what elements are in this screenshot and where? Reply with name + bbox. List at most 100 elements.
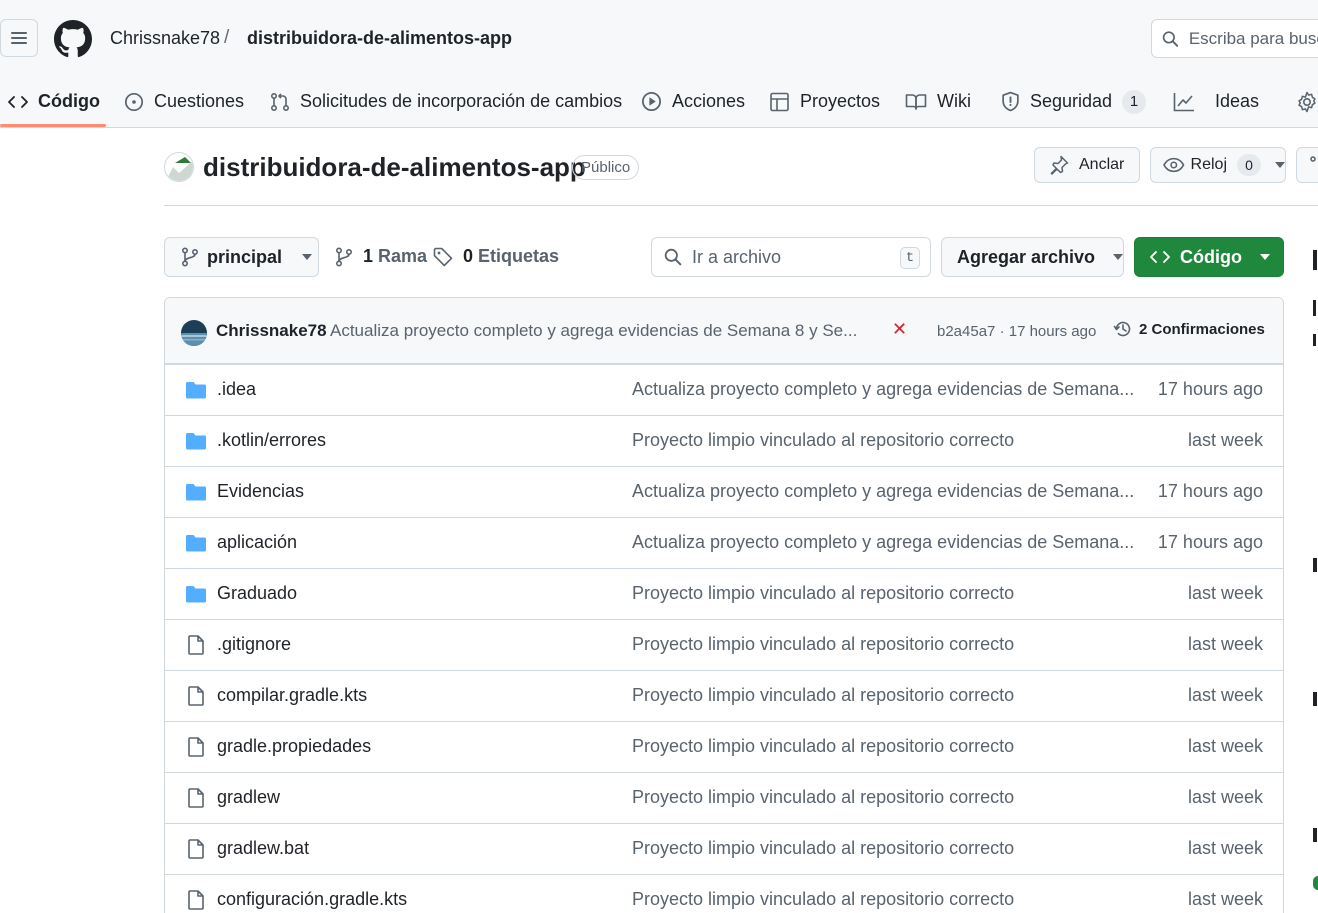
go-to-file-input[interactable]: Ir a archivo t — [651, 237, 931, 277]
file-commit-message[interactable]: Proyecto limpio vinculado al repositorio… — [632, 685, 1014, 706]
breadcrumb-owner[interactable]: Chrissnake78 — [110, 28, 220, 49]
file-name[interactable]: compilar.gradle.kts — [217, 685, 367, 706]
file-commit-age: last week — [1187, 430, 1263, 450]
file-commit-message[interactable]: Proyecto limpio vinculado al repositorio… — [632, 430, 1014, 451]
file-commit-age: last week — [1187, 889, 1263, 909]
folder-icon — [186, 433, 206, 450]
commit-author[interactable]: Chrissnake78 — [216, 321, 327, 341]
tab-projects[interactable]: Proyectos — [769, 76, 880, 127]
menu-button[interactable] — [0, 19, 38, 57]
tab-actions[interactable]: Acciones — [641, 76, 745, 127]
file-commit-message[interactable]: Proyecto limpio vinculado al repositorio… — [632, 787, 1014, 808]
sidebar-heading-fragment — [1313, 828, 1317, 842]
security-counter-badge: 1 — [1122, 89, 1147, 114]
tab-settings[interactable] — [1296, 76, 1318, 127]
watch-label: Reloj — [1190, 156, 1227, 173]
gear-icon — [1298, 91, 1316, 112]
file-commit-message[interactable]: Proyecto limpio vinculado al repositorio… — [632, 889, 1014, 910]
file-row[interactable]: configuración.gradle.kts Proyecto limpio … — [165, 874, 1283, 913]
tab-code[interactable]: Código — [8, 76, 100, 127]
file-row[interactable]: gradle.propiedades Proyecto limpio vincul… — [165, 721, 1283, 772]
file-name[interactable]: Graduado — [217, 583, 297, 604]
branches-link[interactable]: 1 Rama — [335, 246, 427, 267]
file-name[interactable]: .gitignore — [217, 634, 291, 655]
repo-title[interactable]: distribuidora-de-alimentos-app — [203, 152, 586, 183]
file-icon — [188, 788, 204, 808]
file-row[interactable]: .gitignore Proyecto limpio vinculado al r… — [165, 619, 1283, 670]
tags-link[interactable]: 0 Etiquetas — [433, 246, 559, 267]
commit-history-link[interactable]: 2 Confirmaciones — [1113, 319, 1265, 339]
tab-label: Acciones — [672, 91, 746, 111]
file-commit-message[interactable]: Proyecto limpio vinculado al repositorio… — [632, 838, 1014, 859]
file-table: Chrissnake78 Actualiza proyecto completo… — [164, 297, 1284, 913]
file-row[interactable]: aplicación Actualiza proyecto completo y … — [165, 517, 1283, 568]
file-name[interactable]: Evidencias — [217, 481, 304, 502]
tab-label: Cuestiones — [154, 91, 245, 111]
file-commit-age: last week — [1187, 634, 1263, 654]
repo-nav: Código Cuestiones Solicitudes de incorpo… — [0, 76, 1318, 128]
add-file-button[interactable]: Agregar archivo — [941, 237, 1124, 277]
file-name[interactable]: configuración.gradle.kts — [217, 889, 407, 910]
tab-issues[interactable]: Cuestiones — [124, 76, 244, 127]
language-dot-icon — [1313, 876, 1318, 890]
tab-pull-requests[interactable]: Solicitudes de incorporación de cambios — [270, 76, 622, 127]
table-icon — [770, 92, 789, 111]
file-row[interactable]: gradlew.bat Proyecto limpio vinculado al … — [165, 823, 1283, 874]
file-commit-message[interactable]: Proyecto limpio vinculado al repositorio… — [632, 583, 1014, 604]
file-row[interactable]: Evidencias Actualiza proyecto completo y … — [165, 466, 1283, 517]
file-row[interactable]: .kotlin/errores Proyecto limpio vinculado… — [165, 415, 1283, 466]
file-row[interactable]: Graduado Proyecto limpio vinculado al rep… — [165, 568, 1283, 619]
file-name[interactable]: gradlew.bat — [217, 838, 309, 859]
code-icon — [1150, 251, 1170, 263]
tab-wiki[interactable]: Wiki — [905, 76, 971, 127]
tab-insights[interactable]: Ideas — [1173, 76, 1259, 127]
file-row[interactable]: gradlew Proyecto limpio vinculado al repo… — [165, 772, 1283, 823]
sidebar-heading-fragment — [1313, 250, 1317, 270]
file-name[interactable]: .kotlin/errores — [217, 430, 326, 451]
file-commit-age: last week — [1187, 736, 1263, 756]
branches-label: Rama — [378, 246, 428, 266]
tab-label: Seguridad — [1030, 91, 1113, 111]
latest-commit-bar: Chrissnake78 Actualiza proyecto completo… — [165, 298, 1283, 364]
file-commit-message[interactable]: Actualiza proyecto completo y agrega evi… — [632, 532, 1134, 553]
chevron-down-icon — [1259, 254, 1270, 260]
file-commit-message[interactable]: Proyecto limpio vinculado al repositorio… — [632, 634, 1014, 655]
tab-label: Ideas — [1215, 91, 1260, 111]
tab-security[interactable]: Seguridad 1 — [1001, 76, 1147, 127]
code-dropdown-button[interactable]: Código — [1134, 237, 1284, 277]
file-row[interactable]: compilar.gradle.kts Proyecto limpio vincu… — [165, 670, 1283, 721]
file-commit-message[interactable]: Actualiza proyecto completo y agrega evi… — [632, 379, 1134, 400]
chevron-down-icon — [1275, 162, 1285, 168]
add-file-label: Agregar archivo — [957, 246, 1096, 267]
file-icon — [188, 737, 204, 757]
commit-author-avatar[interactable] — [181, 320, 207, 346]
file-name[interactable]: gradle.propiedades — [217, 736, 371, 757]
owner-avatar[interactable] — [164, 152, 194, 182]
breadcrumb-repo[interactable]: distribuidora-de-alimentos-app — [247, 28, 512, 49]
play-icon — [641, 91, 662, 112]
issue-opened-icon — [124, 92, 144, 111]
fork-button[interactable] — [1296, 147, 1318, 183]
git-branch-icon — [335, 246, 353, 267]
commit-status-fail-icon[interactable]: ✕ — [892, 319, 907, 340]
file-name[interactable]: gradlew — [217, 787, 280, 808]
file-name[interactable]: .idea — [217, 379, 256, 400]
file-name[interactable]: aplicación — [217, 532, 297, 553]
global-search-input[interactable]: Escriba para buscar — [1151, 19, 1318, 58]
title-divider — [164, 205, 1318, 206]
pin-button[interactable]: Anclar — [1034, 147, 1140, 183]
file-commit-message[interactable]: Proyecto limpio vinculado al repositorio… — [632, 736, 1014, 757]
pin-label: Anclar — [1079, 156, 1125, 173]
git-branch-icon — [181, 247, 199, 267]
sidebar-heading-fragment — [1313, 558, 1317, 572]
commit-sha-time[interactable]: b2a45a7 · 17 hours ago — [937, 323, 1096, 340]
avatar-image-icon — [181, 333, 207, 346]
file-row[interactable]: .idea Actualiza proyecto completo y agreg… — [165, 364, 1283, 415]
graph-icon — [1173, 92, 1194, 111]
github-logo-icon[interactable] — [54, 20, 92, 58]
file-commit-message[interactable]: Actualiza proyecto completo y agrega evi… — [632, 481, 1134, 502]
visibility-badge: Público — [572, 155, 640, 180]
branch-select-button[interactable]: principal — [164, 237, 319, 277]
watch-button[interactable]: Reloj 0 — [1150, 147, 1286, 183]
commit-message[interactable]: Actualiza proyecto completo y agrega evi… — [330, 321, 857, 341]
